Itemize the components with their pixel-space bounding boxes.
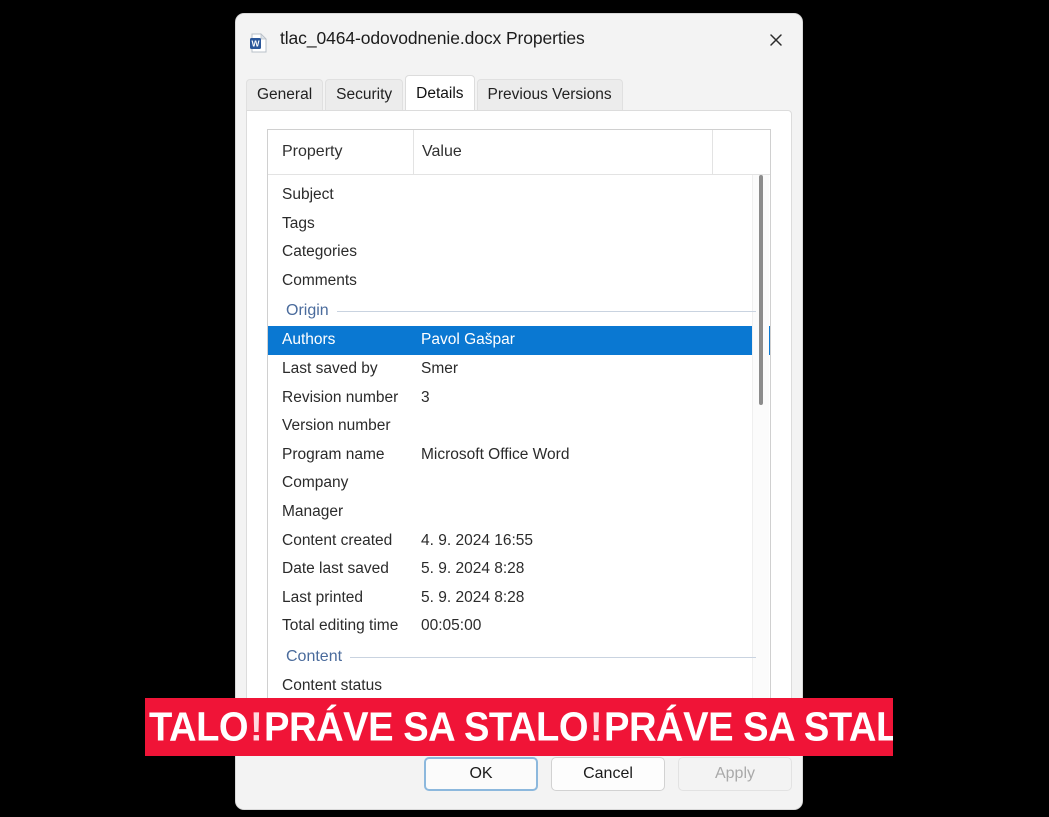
property-name: Program name (282, 445, 385, 463)
properties-dialog: W tlac_0464-odovodnenie.docx Properties … (236, 14, 802, 809)
banner-word: TALO (149, 703, 249, 750)
property-row[interactable]: Version number (268, 412, 770, 441)
property-name: Date last saved (282, 560, 389, 578)
property-name: Categories (282, 243, 357, 261)
banner-exclamation: ! (589, 703, 603, 750)
group-separator-line (286, 311, 756, 313)
property-name: Revision number (282, 388, 399, 406)
property-row[interactable]: Program name Microsoft Office Word (268, 441, 770, 470)
group-label: Content (286, 640, 351, 672)
property-list-header: Property Value (268, 130, 770, 175)
property-name: Last printed (282, 588, 363, 606)
property-value[interactable]: 5. 9. 2024 8:28 (421, 555, 524, 584)
details-tab-page: Property Value Subject Tags Categories Comm… (246, 110, 792, 755)
property-row[interactable]: Revision number 3 (268, 384, 770, 413)
property-row[interactable]: Categories (268, 238, 770, 267)
property-name: Comments (282, 271, 357, 289)
property-row[interactable]: Total editing time 00:05:00 (268, 612, 770, 641)
close-icon[interactable] (754, 20, 798, 60)
property-name: Content created (282, 531, 393, 549)
column-header-value: Value (422, 143, 462, 160)
property-row[interactable]: Authors Pavol Gašpar (268, 326, 770, 355)
property-row[interactable]: Last printed 5. 9. 2024 8:28 (268, 584, 770, 613)
property-row[interactable]: Comments (268, 267, 770, 296)
cancel-button[interactable]: Cancel (551, 757, 665, 791)
window-title: tlac_0464-odovodnenie.docx Properties (280, 28, 585, 48)
breaking-news-banner: TALO!PRÁVE SA STALO!PRÁVE SA STALO!PRÁ (145, 698, 893, 756)
property-row[interactable]: Content status (268, 672, 770, 701)
tab-strip: General Security Details Previous Versio… (246, 75, 625, 110)
property-row[interactable]: Tags (268, 210, 770, 239)
banner-word: PRÁVE SA STALO (603, 703, 893, 750)
property-value[interactable]: 4. 9. 2024 16:55 (421, 527, 533, 556)
property-row[interactable]: Manager (268, 498, 770, 527)
property-row[interactable]: Last saved by Smer (268, 355, 770, 384)
scrollbar-thumb[interactable] (759, 175, 763, 405)
column-divider[interactable] (413, 130, 414, 174)
tab-security[interactable]: Security (325, 79, 404, 110)
list-scrollbar[interactable] (752, 175, 769, 727)
banner-text: TALO!PRÁVE SA STALO!PRÁVE SA STALO!PRÁ (149, 704, 893, 751)
property-name: Tags (282, 214, 315, 232)
property-name: Manager (282, 502, 344, 520)
property-rows: Subject Tags Categories Comments Origin Autho… (268, 175, 770, 701)
tab-previous-versions[interactable]: Previous Versions (476, 79, 623, 110)
property-name: Subject (282, 186, 334, 203)
title-bar: W tlac_0464-odovodnenie.docx Properties (236, 14, 802, 70)
tab-general[interactable]: General (246, 79, 324, 110)
column-header-property: Property (282, 143, 343, 160)
property-group-header: Content (268, 640, 770, 672)
property-name: Version number (282, 417, 391, 435)
property-value[interactable]: 3 (421, 384, 430, 413)
banner-word: PRÁVE SA STALO (264, 703, 589, 750)
apply-button: Apply (678, 757, 792, 791)
ok-button[interactable]: OK (424, 757, 538, 791)
property-name: Last saved by (282, 359, 378, 377)
property-row[interactable]: Subject (268, 181, 770, 210)
tab-details[interactable]: Details (405, 75, 475, 110)
property-name: Company (282, 474, 349, 492)
word-document-icon: W (248, 32, 270, 54)
property-row[interactable]: Company (268, 469, 770, 498)
property-group-header: Origin (268, 295, 770, 327)
property-name: Authors (282, 331, 336, 349)
property-row[interactable]: Date last saved 5. 9. 2024 8:28 (268, 555, 770, 584)
property-value[interactable]: Microsoft Office Word (421, 441, 569, 470)
property-row[interactable]: Content created 4. 9. 2024 16:55 (268, 527, 770, 556)
property-value[interactable]: 00:05:00 (421, 612, 481, 641)
property-value[interactable]: 5. 9. 2024 8:28 (421, 584, 524, 613)
property-name: Content status (282, 676, 382, 694)
property-name: Total editing time (282, 617, 399, 635)
group-separator-line (286, 656, 756, 658)
group-label: Origin (286, 295, 337, 327)
column-divider-right[interactable] (712, 130, 713, 174)
banner-exclamation: ! (249, 703, 263, 750)
svg-text:W: W (251, 38, 260, 48)
property-list[interactable]: Property Value Subject Tags Categories Comm… (267, 129, 771, 729)
property-value[interactable]: Pavol Gašpar (421, 326, 515, 355)
property-value[interactable]: Smer (421, 355, 458, 384)
